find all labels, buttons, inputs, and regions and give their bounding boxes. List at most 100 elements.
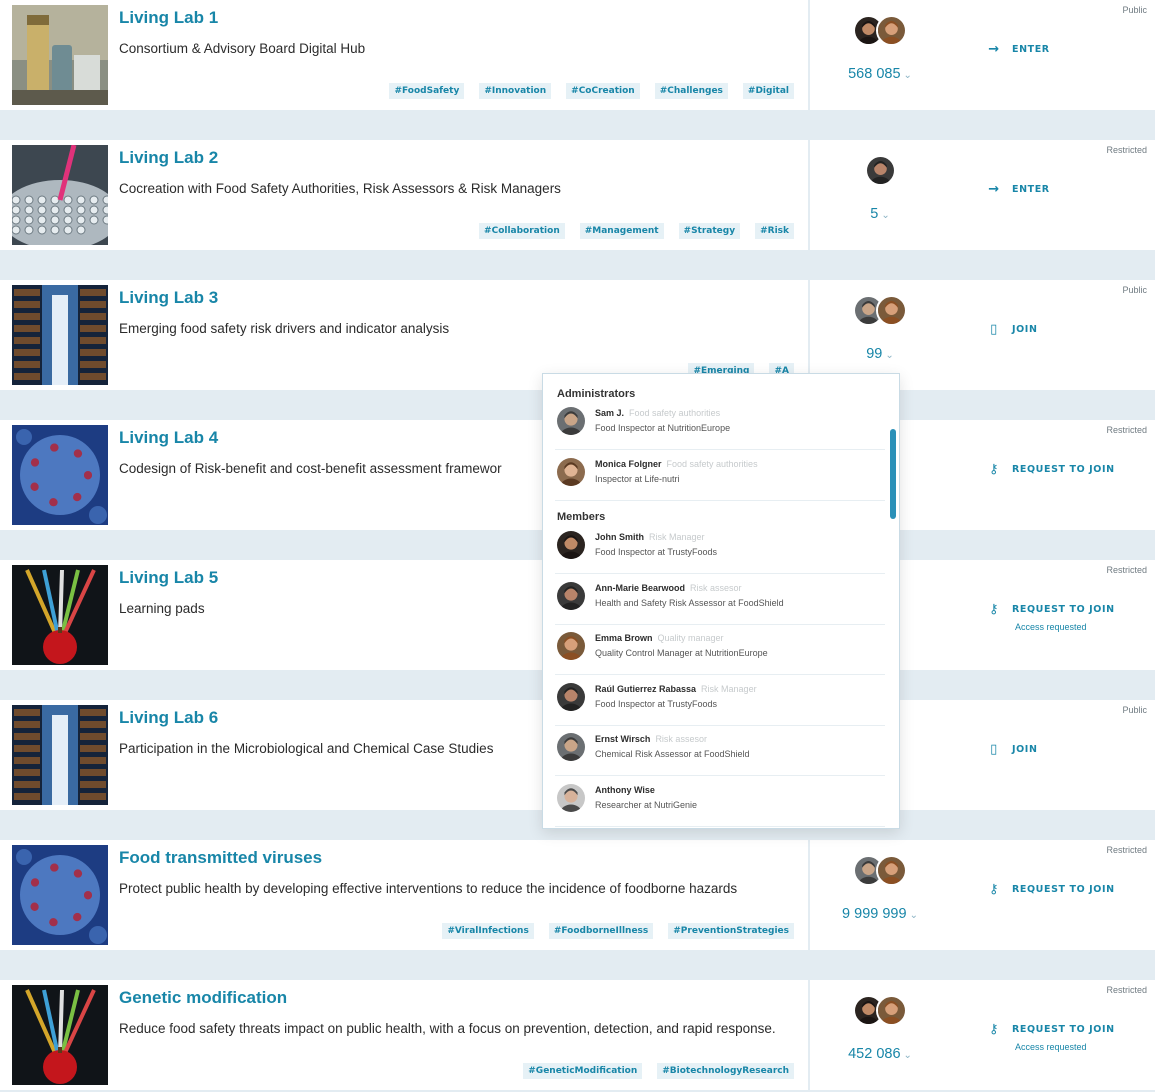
person-role: Risk assesor [655,734,707,744]
member-count: 452 086 [848,1046,901,1062]
lab-action-label: REQUEST TO JOIN [1012,464,1115,475]
arrow-right-icon: → [988,182,1000,197]
person-item[interactable]: Anthony Wise Researcher at NutriGenie [555,777,885,827]
lab-thumbnail[interactable] [12,985,108,1085]
lab-thumbnail[interactable] [12,565,108,665]
person-item[interactable]: Raúl Gutierrez Rabassa Risk Manager Food … [555,676,885,726]
tag-list: #FoodSafety #Innovation #CoCreation #Challe… [389,83,794,99]
tag[interactable]: #Innovation [479,83,552,99]
avatar [557,733,585,761]
lab-thumbnail[interactable] [12,145,108,245]
lab-action-button[interactable]: ⚷ REQUEST TO JOIN [986,882,1115,897]
person-description: Food Inspector at TrustyFoods [595,698,718,709]
lab-thumbnail[interactable] [12,705,108,805]
access-requested-note: Access requested [1015,1042,1087,1052]
lab-card[interactable]: Food transmitted viruses Protect public … [0,840,808,950]
visibility-label: Public [1122,5,1147,15]
lab-action-button[interactable]: ▯ JOIN [986,742,1038,757]
key-icon: ⚷ [988,602,1000,617]
person-role: Quality manager [657,633,724,643]
lab-title[interactable]: Food transmitted viruses [119,848,322,868]
tag[interactable]: #PreventionStrategies [668,923,794,939]
tag[interactable]: #GeneticModification [523,1063,643,1079]
lab-action-label: REQUEST TO JOIN [1012,604,1115,615]
avatar [864,155,896,186]
tag[interactable]: #Management [579,223,664,239]
visibility-label: Restricted [1106,425,1147,435]
avatar [557,407,585,435]
person-role: Risk assesor [690,582,742,593]
person-item[interactable]: Sam J. Food safety authorities Food Inspe… [555,400,885,450]
member-avatars[interactable] [853,295,907,327]
lab-card[interactable]: Living Lab 2 Cocreation with Food Safety… [0,140,808,250]
member-avatars[interactable] [853,855,907,887]
tag[interactable]: #ViralInfections [442,923,534,939]
tag[interactable]: #Risk [755,223,794,239]
key-icon: ⚷ [988,882,1000,897]
lab-description: Protect public health by developing effe… [119,881,738,896]
lab-thumbnail[interactable] [12,285,108,385]
member-count-dropdown[interactable]: 5 ⌄ [810,206,950,222]
person-description: Food Inspector at TrustyFoods [595,547,718,557]
door-icon: ▯ [990,322,998,337]
chevron-down-icon: ⌄ [885,350,894,361]
lab-card[interactable]: Genetic modification Reduce food safety … [0,980,808,1090]
lab-action-button[interactable]: ⚷ REQUEST TO JOIN [986,1022,1115,1037]
lab-title[interactable]: Genetic modification [119,988,287,1008]
lab-action-button[interactable]: → ENTER [986,182,1050,197]
lab-title[interactable]: Living Lab 2 [119,148,218,168]
lab-title[interactable]: Living Lab 5 [119,568,218,588]
lab-action-label: REQUEST TO JOIN [1012,884,1115,895]
lab-title[interactable]: Living Lab 4 [119,428,218,448]
avatar [557,457,585,486]
person-item[interactable]: Emma Brown Quality manager Quality Contro… [555,625,885,675]
lab-title[interactable]: Living Lab 3 [119,288,218,308]
tag[interactable]: #Strategy [678,223,741,239]
lab-title[interactable]: Living Lab 1 [119,8,218,28]
member-avatars[interactable] [853,15,907,47]
lab-title[interactable]: Living Lab 6 [119,708,218,728]
member-avatars[interactable] [853,995,907,1027]
lab-side-panel: 568 085 ⌄ Public → ENTER [810,0,1155,110]
lab-thumbnail[interactable] [12,5,108,105]
lab-side-panel: 9 999 999 ⌄ Restricted ⚷ REQUEST TO JOIN [810,840,1155,950]
chevron-down-icon: ⌄ [909,910,918,921]
member-count-dropdown[interactable]: 452 086 ⌄ [810,1046,950,1062]
person-item[interactable]: Ernst Wirsch Risk assesor Chemical Risk A… [555,726,885,776]
tag[interactable]: #BiotechnologyResearch [657,1063,794,1079]
tag[interactable]: #FoodborneIllness [548,923,654,939]
lab-card[interactable]: Living Lab 1 Consortium & Advisory Board… [0,0,808,110]
member-count-dropdown[interactable]: 9 999 999 ⌄ [810,906,950,922]
lab-action-button[interactable]: ▯ JOIN [986,322,1038,337]
members-heading: Members [557,511,606,523]
lab-action-button[interactable]: → ENTER [986,42,1050,57]
person-name: Emma Brown [595,633,653,643]
tag[interactable]: #Digital [742,83,794,99]
member-count-dropdown[interactable]: 99 ⌄ [810,346,950,362]
tag[interactable]: #Collaboration [479,223,565,239]
tag[interactable]: #Challenges [654,83,728,99]
person-name: Ernst Wirsch [595,734,651,744]
lab-thumbnail[interactable] [12,425,108,525]
tag[interactable]: #FoodSafety [389,83,465,99]
tag[interactable]: #CoCreation [566,83,640,99]
lab-action-button[interactable]: ⚷ REQUEST TO JOIN [986,462,1115,477]
lab-thumbnail[interactable] [12,845,108,945]
person-description: Inspector at Life-nutri [595,473,680,484]
lab-action-button[interactable]: ⚷ REQUEST TO JOIN [986,602,1115,617]
person-item[interactable]: Monica Folgner Food safety authorities In… [555,451,885,501]
person-item[interactable]: John Smith Risk Manager Food Inspector at… [555,524,885,574]
avatar [557,632,585,660]
person-description: Chemical Risk Assessor at FoodShield [595,749,750,759]
lab-row: Living Lab 1 Consortium & Advisory Board… [0,0,1155,110]
member-count-dropdown[interactable]: 568 085 ⌄ [810,66,950,82]
person-role: Food safety authorities [666,458,758,469]
members-popup[interactable]: Administrators Sam J. Food safety authori… [542,373,900,829]
person-name: Monica Folgner [595,458,662,469]
person-description: Food Inspector at NutritionEurope [595,423,731,433]
member-count: 9 999 999 [842,906,907,922]
person-item[interactable]: Ann-Marie Bearwood Risk assesor Health an… [555,575,885,625]
tag-list: #Collaboration #Management #Strategy #Risk [479,223,794,239]
member-avatars[interactable] [864,155,896,187]
popup-scrollbar[interactable] [890,429,896,519]
